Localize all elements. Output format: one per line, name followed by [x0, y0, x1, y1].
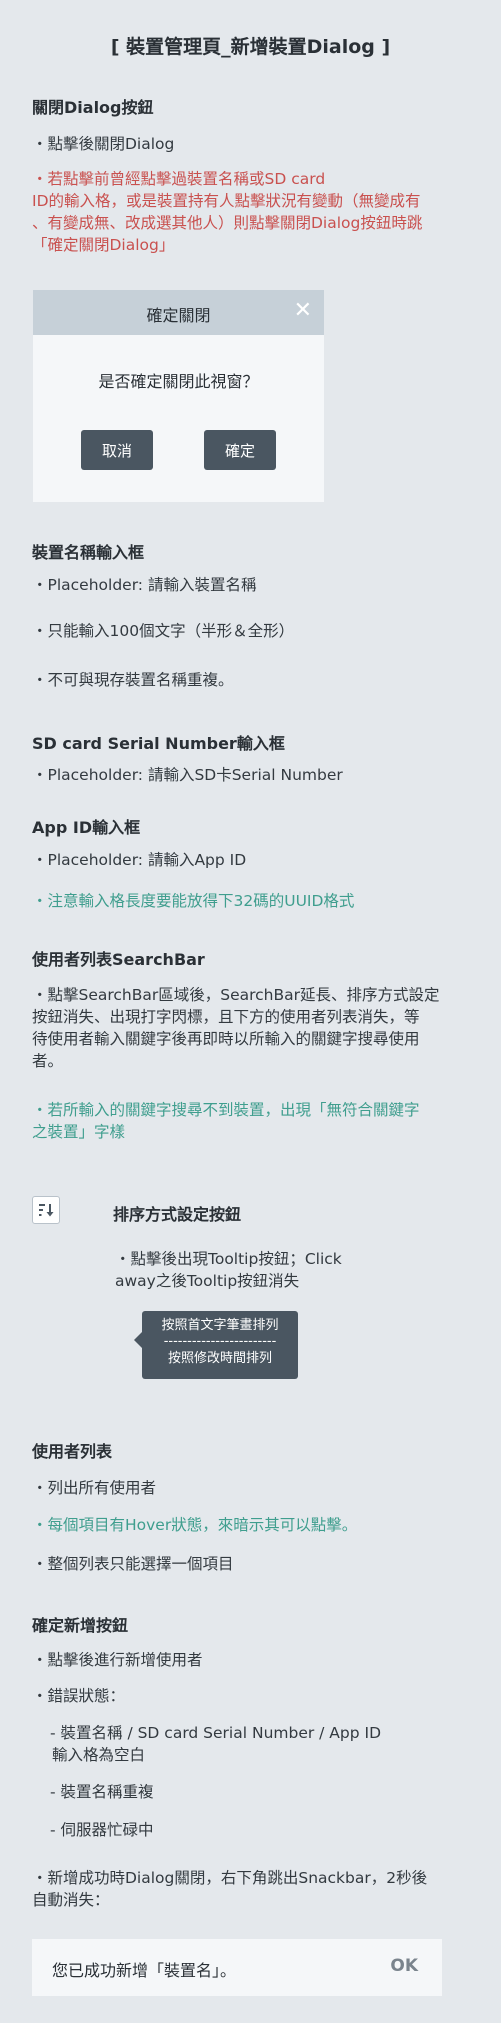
- tooltip-arrow: [134, 1332, 142, 1348]
- search-section-heading: 使用者列表SearchBar: [32, 950, 205, 969]
- close-warning-line-4: 「確定關閉Dialog」: [32, 236, 175, 254]
- search-note-line-1: ・若所輸入的關鍵字搜尋不到裝置，出現「無符合關鍵字: [32, 1101, 420, 1119]
- search-line-1: ・點擊SearchBar區域後，SearchBar延長、排序方式設定: [32, 986, 440, 1004]
- close-icon[interactable]: ✕: [294, 298, 312, 323]
- close-warning-line-1: ・若點擊前曾經點擊過裝置名稱或SD card: [32, 170, 326, 188]
- add-section-heading: 確定新增按鈕: [32, 1616, 129, 1635]
- success-line-1: ・新增成功時Dialog關閉，右下角跳出Snackbar，2秒後: [32, 1869, 428, 1887]
- tooltip-option-modified[interactable]: 按照修改時間排列: [142, 1348, 298, 1369]
- app-note-line: ・注意輸入格長度要能放得下32碼的UUID格式: [32, 892, 355, 910]
- error-line-2: - 裝置名稱重複: [50, 1783, 154, 1801]
- list-line-1: ・列出所有使用者: [32, 1479, 157, 1497]
- search-line-2: 按鈕消失、出現打字閃標，且下方的使用者列表消失，等: [32, 1008, 420, 1026]
- sort-line-2: away之後Tooltip按鈕消失: [115, 1272, 300, 1290]
- tooltip-separator: ------------------------: [163, 1334, 277, 1349]
- close-warning-line-2: ID的輸入格，或是裝置持有人點擊狀況有變動（無變成有: [32, 192, 421, 210]
- sort-section-heading: 排序方式設定按鈕: [113, 1205, 242, 1224]
- name-length-line: ・只能輸入100個文字（半形＆全形）: [32, 622, 295, 640]
- list-line-3: ・整個列表只能選擇一個項目: [32, 1555, 234, 1573]
- app-placeholder-line: ・Placeholder: 請輸入App ID: [32, 851, 247, 869]
- add-line-1: ・點擊後進行新增使用者: [32, 1651, 203, 1669]
- snackbar-ok-button[interactable]: OK: [390, 1956, 418, 1976]
- sort-line-1: ・點擊後出現Tooltip按鈕；Click: [115, 1250, 342, 1268]
- snackbar: 您已成功新增「裝置名」。 OK: [32, 1939, 442, 1996]
- app-section-heading: App ID輸入框: [32, 818, 141, 837]
- name-placeholder-line: ・Placeholder: 請輸入裝置名稱: [32, 576, 257, 594]
- tooltip-option-stroke[interactable]: 按照首文字筆畫排列: [142, 1315, 298, 1336]
- name-section-heading: 裝置名稱輸入框: [32, 543, 145, 562]
- snackbar-message: 您已成功新增「裝置名」。: [52, 1961, 237, 1980]
- error-line-1b: 輸入格為空白: [52, 1746, 146, 1764]
- dialog-title: 確定關閉: [146, 306, 211, 325]
- sd-section-heading: SD card Serial Number輸入框: [32, 734, 285, 753]
- error-line-1a: - 裝置名稱 / SD card Serial Number / App ID: [50, 1724, 382, 1742]
- sort-icon[interactable]: [32, 1196, 60, 1224]
- error-line-3: - 伺服器忙碌中: [50, 1821, 154, 1839]
- list-section-heading: 使用者列表: [32, 1442, 113, 1461]
- dialog-header: 確定關閉 ✕: [33, 290, 324, 335]
- dialog-message: 是否確定關閉此視窗？: [98, 372, 259, 391]
- sort-icon-glyph: [39, 1204, 54, 1217]
- close-section-heading: 關閉Dialog按鈕: [32, 98, 154, 117]
- add-line-2: ・錯誤狀態：: [32, 1687, 126, 1705]
- cancel-button[interactable]: 取消: [81, 430, 153, 470]
- sort-tooltip: 按照首文字筆畫排列 ------------------------ 按照修改時…: [142, 1311, 298, 1379]
- confirm-button[interactable]: 確定: [204, 430, 276, 470]
- success-line-2: 自動消失：: [32, 1891, 110, 1909]
- close-section-line: ・點擊後關閉Dialog: [32, 135, 175, 153]
- search-line-3: 待使用者輸入關鍵字後再即時以所輸入的關鍵字搜尋使用: [32, 1030, 420, 1048]
- sd-placeholder-line: ・Placeholder: 請輸入SD卡Serial Number: [32, 766, 343, 784]
- close-warning-line-3: 、有變成無、改成選其他人）則點擊關閉Dialog按鈕時跳: [32, 214, 423, 232]
- search-line-4: 者。: [32, 1052, 64, 1070]
- list-line-2: ・每個項目有Hover狀態，來暗示其可以點擊。: [32, 1516, 358, 1534]
- name-unique-line: ・不可與現存裝置名稱重複。: [32, 671, 234, 689]
- confirm-close-dialog: 確定關閉 ✕ 是否確定關閉此視窗？ 取消 確定: [33, 290, 324, 502]
- page-title: [ 裝置管理頁_新增裝置Dialog ]: [110, 36, 391, 58]
- search-note-line-2: 之裝置」字樣: [32, 1123, 126, 1141]
